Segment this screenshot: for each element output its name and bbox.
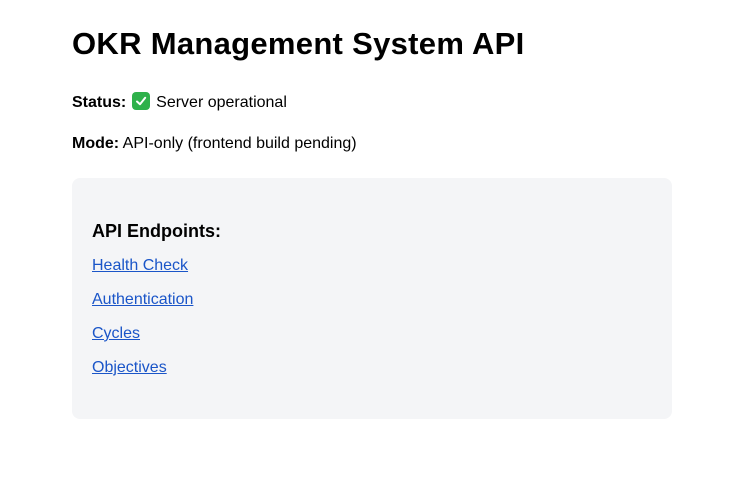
api-endpoints-panel: API Endpoints: Health Check Authenticati…: [72, 178, 672, 419]
status-text: Server operational: [156, 94, 287, 111]
authentication-link[interactable]: Authentication: [92, 291, 193, 308]
page: OKR Management System API Status: Server…: [0, 0, 732, 419]
cycles-link[interactable]: Cycles: [92, 325, 140, 342]
objectives-link[interactable]: Objectives: [92, 359, 167, 376]
list-item: Health Check: [92, 256, 652, 276]
list-item: Authentication: [92, 290, 652, 310]
mode-line: Mode: API-only (frontend build pending): [72, 134, 672, 154]
list-item: Cycles: [92, 324, 652, 344]
status-label: Status:: [72, 94, 127, 111]
mode-text: API-only (frontend build pending): [122, 135, 357, 152]
list-item: Objectives: [92, 358, 652, 378]
mode-label: Mode:: [72, 135, 120, 152]
health-check-link[interactable]: Health Check: [92, 257, 188, 274]
api-endpoints-heading: API Endpoints:: [92, 221, 221, 241]
check-mark-icon: [131, 92, 150, 110]
page-title: OKR Management System API: [72, 26, 525, 61]
endpoint-list: Health Check Authentication Cycles Objec…: [92, 256, 652, 378]
status-line: Status: Server operational: [72, 92, 672, 113]
